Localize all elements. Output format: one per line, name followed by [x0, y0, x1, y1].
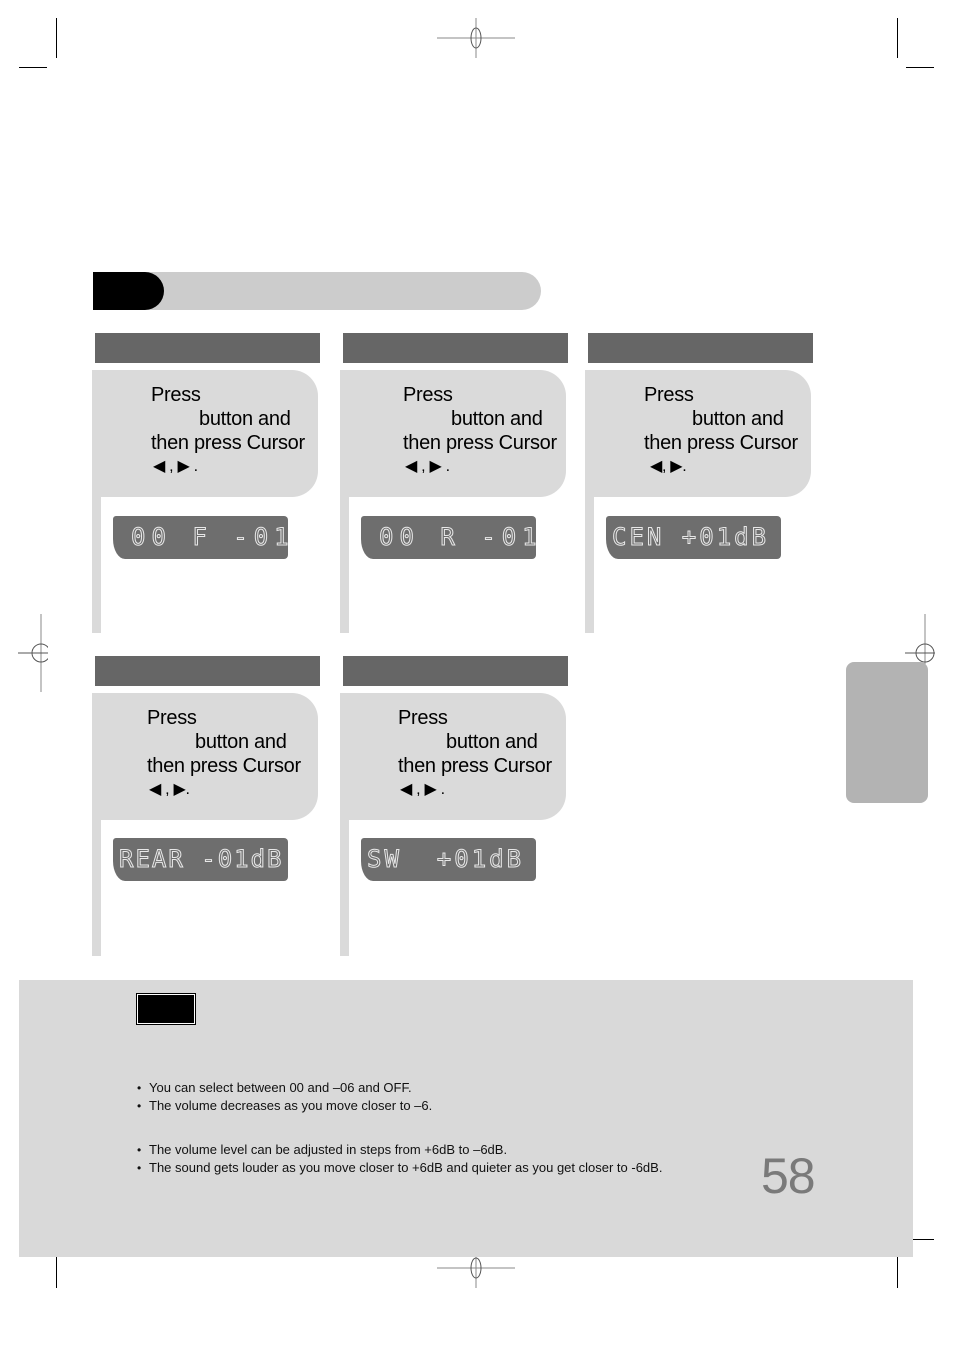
card-header [95, 333, 320, 363]
section-title-marker [93, 272, 164, 310]
instruction-line: button and [451, 408, 543, 430]
card-strip [340, 816, 349, 956]
cursor-arrows-icon: ◀ , ▶ . [400, 781, 445, 798]
card-header [95, 656, 320, 686]
cursor-arrows-icon: ◀, ▶. [650, 458, 687, 475]
page-number: 58 [761, 1148, 816, 1204]
notes-list-1: You can select between 00 and –06 and OF… [137, 1079, 432, 1115]
instruction-line: button and [195, 731, 287, 753]
lcd-readout: 00 F -01 [131, 523, 295, 551]
note-label-box [136, 993, 196, 1025]
lcd-readout: REAR -01dB [119, 845, 284, 873]
instruction-line: then press Cursor [644, 432, 798, 454]
notes-panel: You can select between 00 and –06 and OF… [19, 980, 913, 1257]
card-strip [92, 493, 101, 633]
cursor-arrows-icon: ◀ , ▶ . [153, 458, 198, 475]
crop-mark [19, 67, 47, 68]
instruction-line: then press Cursor [151, 432, 305, 454]
speaker-setting-card-rear-level: Press button and then press Cursor ◀ , ▶… [92, 656, 322, 956]
instruction-line: button and [692, 408, 784, 430]
lcd-display: 00 R -01 [361, 516, 543, 559]
cursor-arrows-icon: ◀ , ▶ . [405, 458, 450, 475]
card-header [343, 656, 568, 686]
chapter-side-tab [846, 662, 928, 803]
crop-mark [897, 18, 898, 58]
lcd-display: 00 F -01 [113, 516, 295, 559]
note-item: You can select between 00 and –06 and OF… [137, 1079, 432, 1097]
crop-mark [906, 67, 934, 68]
speaker-setting-card-subwoofer: Press button and then press Cursor ◀ , ▶… [340, 656, 570, 956]
lcd-readout: CEN +01dB [612, 523, 770, 551]
speaker-setting-card-front: Press button and then press Cursor ◀ , ▶… [92, 333, 322, 633]
card-strip [585, 493, 594, 633]
instruction-text: Press button and then press Cursor ◀ , ▶… [151, 383, 321, 479]
instruction-line: then press Cursor [147, 755, 301, 777]
note-item: The volume level can be adjusted in step… [137, 1141, 662, 1159]
note-item: The volume decreases as you move closer … [137, 1097, 432, 1115]
registration-mark-icon [437, 18, 515, 58]
lcd-readout: 00 R -01 [379, 523, 543, 551]
crop-mark [56, 18, 57, 58]
instruction-line: Press [151, 384, 201, 406]
instruction-line: Press [398, 707, 448, 729]
instruction-text: Press button and then press Cursor ◀ , ▶… [403, 383, 573, 479]
lcd-display: CEN +01dB [606, 516, 781, 559]
card-header [343, 333, 568, 363]
instruction-line: Press [147, 707, 197, 729]
instruction-line: then press Cursor [403, 432, 557, 454]
notes-list-2: The volume level can be adjusted in step… [137, 1141, 662, 1177]
lcd-readout: SW +01dB [367, 845, 525, 873]
card-strip [92, 816, 101, 956]
instruction-line: button and [199, 408, 291, 430]
cursor-arrows-icon: ◀ , ▶. [149, 781, 190, 798]
registration-mark-icon [14, 614, 60, 692]
instruction-line: Press [644, 384, 694, 406]
instruction-line: Press [403, 384, 453, 406]
note-item: The sound gets louder as you move closer… [137, 1159, 662, 1177]
speaker-setting-card-center: Press button and then press Cursor ◀, ▶.… [585, 333, 815, 633]
instruction-line: then press Cursor [398, 755, 552, 777]
card-header [588, 333, 813, 363]
speaker-setting-card-rear: Press button and then press Cursor ◀ , ▶… [340, 333, 570, 633]
lcd-display: REAR -01dB [113, 838, 288, 881]
lcd-display: SW +01dB [361, 838, 536, 881]
instruction-text: Press button and then press Cursor ◀ , ▶… [147, 706, 317, 802]
instruction-text: Press button and then press Cursor ◀ , ▶… [398, 706, 568, 802]
instruction-text: Press button and then press Cursor ◀, ▶. [644, 383, 814, 479]
instruction-line: button and [446, 731, 538, 753]
card-strip [340, 493, 349, 633]
